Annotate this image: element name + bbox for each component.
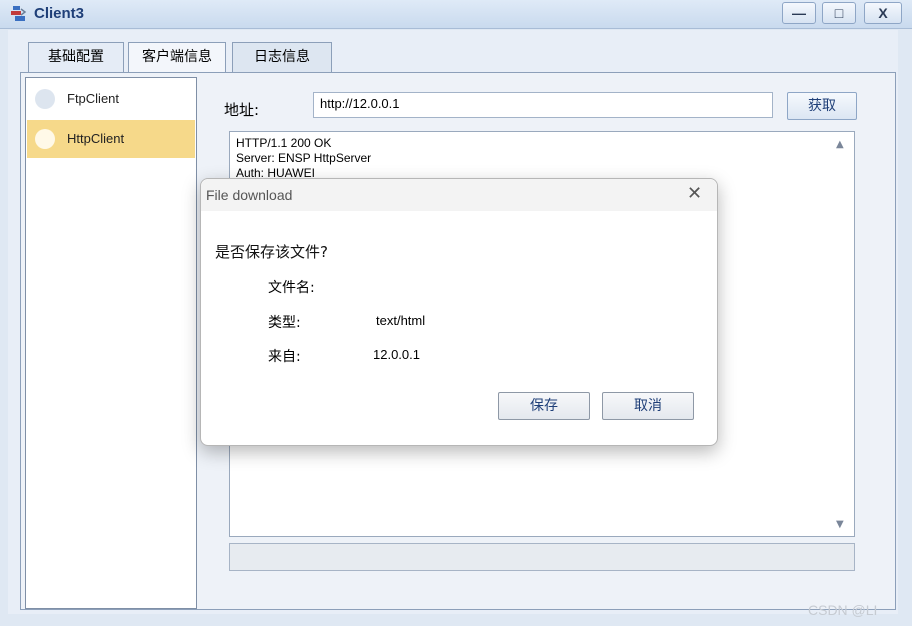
dialog-close-icon[interactable]: ✕ — [687, 185, 702, 203]
status-bar — [229, 543, 855, 571]
response-text: HTTP/1.1 200 OK Server: ENSP HttpServer … — [236, 136, 372, 180]
title-bar: Client3 — □ X — [0, 0, 912, 29]
tab-log-info[interactable]: 日志信息 — [232, 42, 332, 72]
from-label: 来自: — [268, 349, 301, 365]
watermark: CSDN @LI — [808, 602, 878, 618]
dialog-question: 是否保存该文件? — [215, 243, 328, 261]
minimize-icon: — — [792, 5, 806, 21]
sidebar-item-httpclient[interactable]: HttpClient — [27, 120, 195, 158]
type-label: 类型: — [268, 315, 301, 331]
client-list: FtpClient HttpClient — [25, 77, 197, 609]
save-button[interactable]: 保存 — [498, 392, 590, 420]
file-download-dialog: File download ✕ 是否保存该文件? 文件名: 类型: text/h… — [200, 178, 718, 446]
address-input[interactable]: http://12.0.0.1 — [313, 92, 773, 118]
filename-label: 文件名: — [268, 280, 315, 296]
sidebar-item-label: FtpClient — [67, 91, 120, 106]
maximize-icon: □ — [834, 5, 844, 21]
from-value: 12.0.0.1 — [373, 347, 420, 362]
maximize-button[interactable]: □ — [822, 2, 856, 24]
scroll-down-arrow-icon[interactable]: ▼ — [836, 519, 844, 530]
minimize-button[interactable]: — — [782, 2, 816, 24]
sidebar-item-label: HttpClient — [67, 131, 125, 146]
window-title: Client3 — [34, 5, 85, 22]
ftpclient-icon — [35, 89, 55, 109]
dialog-title: File download — [206, 187, 293, 203]
tab-basic-config[interactable]: 基础配置 — [28, 42, 124, 72]
sidebar-item-ftpclient[interactable]: FtpClient — [27, 80, 195, 118]
close-icon: X — [878, 5, 888, 21]
cancel-button[interactable]: 取消 — [602, 392, 694, 420]
tab-client-info[interactable]: 客户端信息 — [128, 42, 226, 72]
close-button[interactable]: X — [864, 2, 902, 24]
type-value: text/html — [376, 313, 426, 328]
address-label: 地址: — [224, 101, 260, 119]
dialog-title-bar: File download ✕ — [201, 179, 717, 211]
app-icon — [11, 6, 27, 21]
scroll-up-arrow-icon[interactable]: ▲ — [836, 139, 844, 150]
httpclient-icon — [35, 129, 55, 149]
get-button[interactable]: 获取 — [787, 92, 857, 120]
